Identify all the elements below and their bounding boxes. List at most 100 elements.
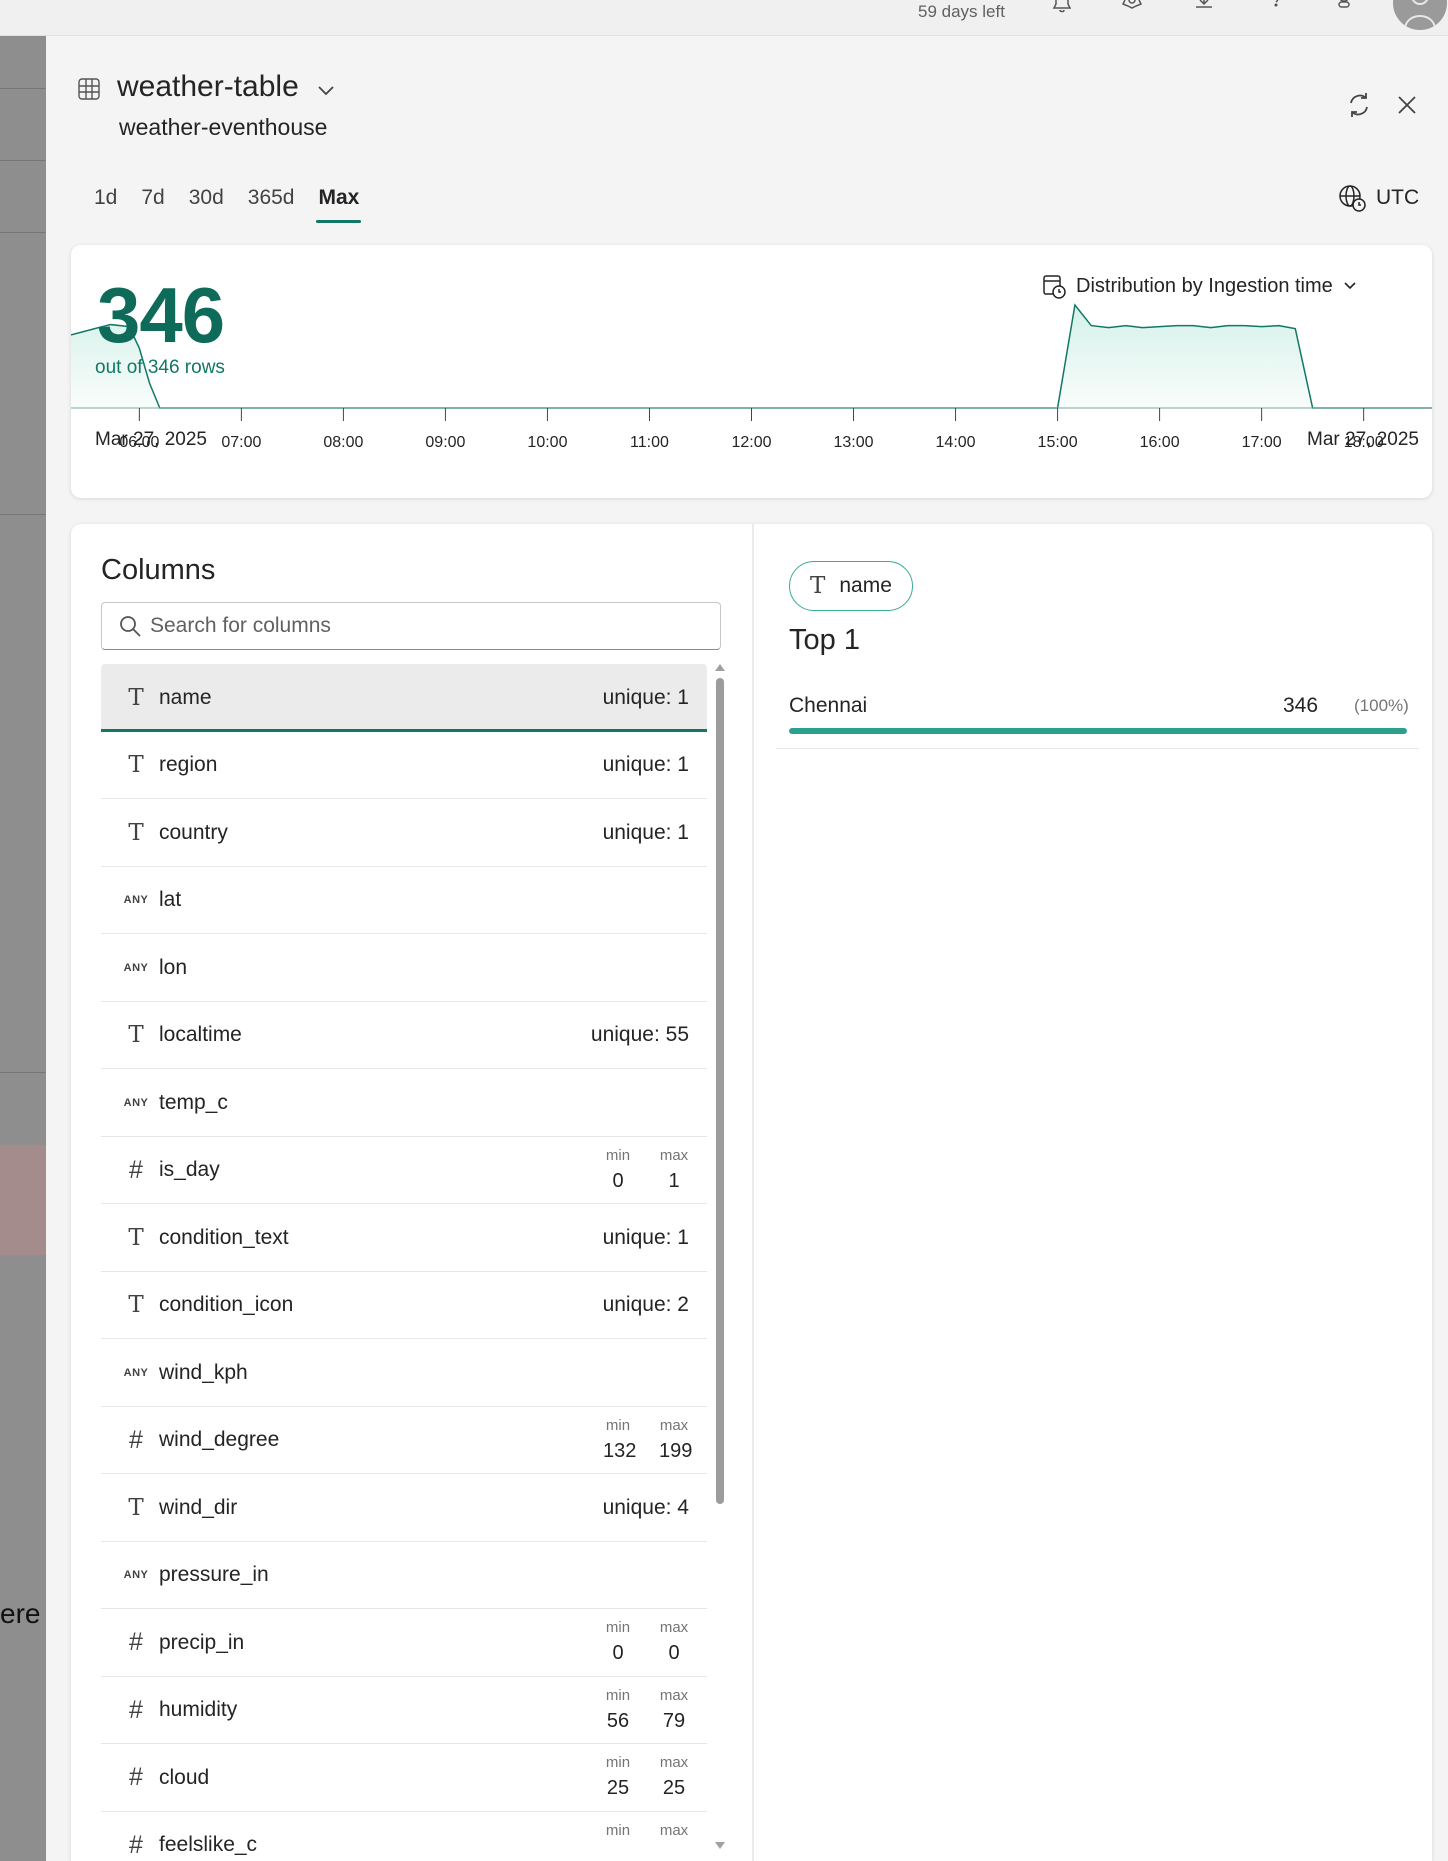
- x-tick-label: 08:00: [323, 434, 363, 451]
- min-label: min: [605, 1821, 631, 1839]
- min-value: 132: [603, 1439, 637, 1462]
- column-name: country: [159, 820, 228, 844]
- column-min-max: min 0 max 1: [603, 1147, 689, 1193]
- gear-icon[interactable]: [1117, 0, 1147, 20]
- top-value-label: Chennai: [789, 694, 868, 717]
- column-list-scrollbar[interactable]: [714, 664, 726, 1854]
- distribution-selector[interactable]: Distribution by Ingestion time: [1042, 273, 1357, 299]
- column-row-lon[interactable]: ANY lon: [101, 934, 707, 1002]
- distribution-label: Distribution by Ingestion time: [1076, 274, 1333, 297]
- x-tick-label: 09:00: [425, 434, 465, 451]
- column-row-wind-kph[interactable]: ANY wind_kph: [101, 1339, 707, 1407]
- table-title[interactable]: weather-table: [117, 70, 299, 104]
- column-search[interactable]: [101, 602, 721, 650]
- column-max: max 1: [659, 1147, 689, 1193]
- column-row-cloud[interactable]: # cloud min 25 max 25: [101, 1744, 707, 1812]
- download-icon[interactable]: [1189, 0, 1219, 20]
- share-icon[interactable]: [1329, 0, 1359, 20]
- column-min: min 0: [603, 1147, 633, 1193]
- column-name: humidity: [159, 1698, 238, 1721]
- panel-divider: [752, 524, 754, 1861]
- avatar[interactable]: [1393, 0, 1447, 30]
- scroll-down-arrow[interactable]: [715, 1842, 725, 1849]
- min-label: min: [605, 1686, 631, 1704]
- columns-title: Columns: [101, 554, 216, 586]
- database-name: weather-eventhouse: [119, 114, 328, 140]
- calendar-clock-icon: [1043, 275, 1066, 299]
- column-row-temp-c[interactable]: ANY temp_c: [101, 1069, 707, 1137]
- tab-30d[interactable]: 30d: [177, 186, 236, 232]
- column-row-is-day[interactable]: # is_day min 0 max 1: [101, 1137, 707, 1204]
- column-name: precip_in: [159, 1630, 245, 1654]
- app-topbar: 59 days left: [0, 0, 1448, 36]
- any-type-icon: ANY: [123, 894, 149, 906]
- refresh-icon[interactable]: [1342, 88, 1376, 122]
- column-unique-count: unique: 4: [602, 1495, 689, 1519]
- max-value: 25: [662, 1777, 686, 1799]
- scroll-up-arrow[interactable]: [715, 664, 725, 671]
- chart-area-fill: [71, 305, 1432, 408]
- column-name: feelslike_c: [159, 1833, 258, 1856]
- tab-max[interactable]: Max: [306, 186, 371, 232]
- column-row-pressure-in[interactable]: ANY pressure_in: [101, 1542, 707, 1609]
- scroll-thumb[interactable]: [716, 678, 724, 1504]
- min-label: min: [605, 1619, 631, 1636]
- number-type-icon: #: [129, 1763, 143, 1791]
- min-label: min: [605, 1416, 631, 1434]
- top-value-count: 346: [1283, 694, 1319, 717]
- min-value: 56: [606, 1709, 630, 1732]
- search-input[interactable]: [150, 614, 710, 638]
- bell-icon[interactable]: [1047, 0, 1077, 20]
- top-value-bar: [789, 728, 1407, 734]
- row-count-caption: out of 346 rows: [95, 357, 225, 378]
- top-values-title: Top 1: [789, 624, 860, 656]
- text-type-icon: T: [128, 1224, 144, 1251]
- column-min: min 25: [603, 1754, 633, 1800]
- column-row-localtime[interactable]: Tlocaltime unique: 55: [101, 1002, 707, 1069]
- tab-7d[interactable]: 7d: [129, 186, 176, 232]
- x-tick-label: 12:00: [731, 434, 771, 451]
- max-value: 0: [668, 1642, 680, 1664]
- column-name: wind_kph: [159, 1360, 248, 1384]
- column-row-wind-degree[interactable]: # wind_degree min 132 max 199: [101, 1407, 707, 1474]
- chevron-down-icon[interactable]: [316, 84, 336, 98]
- columns-card: Columns Tnameunique: 1Tregionunique: 1Tc…: [71, 524, 1432, 1861]
- column-row-condition-text[interactable]: Tcondition_text unique: 1: [101, 1204, 707, 1272]
- column-unique-count: unique: 1: [602, 753, 689, 776]
- any-type-icon: ANY: [123, 1366, 149, 1379]
- close-icon[interactable]: [1390, 88, 1424, 122]
- background-page: [0, 36, 46, 1861]
- x-tick-label: 11:00: [630, 434, 669, 451]
- help-icon[interactable]: [1261, 0, 1291, 20]
- column-name: condition_text: [159, 1225, 289, 1249]
- column-name: localtime: [159, 1023, 242, 1046]
- tab-365d[interactable]: 365d: [236, 186, 307, 232]
- column-min-max: min 0 max 0: [603, 1619, 689, 1665]
- timezone-selector[interactable]: UTC: [1338, 184, 1419, 212]
- column-row-precip-in[interactable]: # precip_in min 0 max 0: [101, 1609, 707, 1677]
- column-row-wind-dir[interactable]: Twind_dir unique: 4: [101, 1474, 707, 1542]
- max-label: max: [659, 1416, 689, 1434]
- column-row-humidity[interactable]: # humidity min 56 max 79: [101, 1677, 707, 1744]
- column-row-name[interactable]: Tname unique: 1: [101, 664, 707, 732]
- column-max: max 0: [659, 1619, 689, 1665]
- selected-column-chip[interactable]: T name: [789, 561, 913, 611]
- column-row-condition-icon[interactable]: Tcondition_icon unique: 2: [101, 1272, 707, 1339]
- column-row-region[interactable]: Tregion unique: 1: [101, 732, 707, 799]
- max-value: 79: [662, 1709, 686, 1732]
- tab-1d[interactable]: 1d: [82, 186, 129, 232]
- max-label: max: [659, 1686, 689, 1704]
- column-row-lat[interactable]: ANY lat: [101, 867, 707, 934]
- column-max: max 79: [659, 1687, 689, 1733]
- max-label: max: [659, 1146, 689, 1164]
- column-min: min 56: [603, 1687, 633, 1733]
- column-row-feelslike-c[interactable]: # feelslike_c min max: [101, 1812, 707, 1861]
- column-min-max: min max: [603, 1822, 689, 1845]
- column-row-country[interactable]: Tcountry unique: 1: [101, 799, 707, 867]
- number-type-icon: #: [129, 1695, 143, 1724]
- column-min: min 132: [603, 1416, 637, 1463]
- column-unique-count: unique: 1: [602, 1225, 689, 1249]
- trial-days-left: 59 days left: [918, 2, 1005, 21]
- column-max: max 199: [659, 1416, 692, 1463]
- column-name: name: [159, 685, 212, 709]
